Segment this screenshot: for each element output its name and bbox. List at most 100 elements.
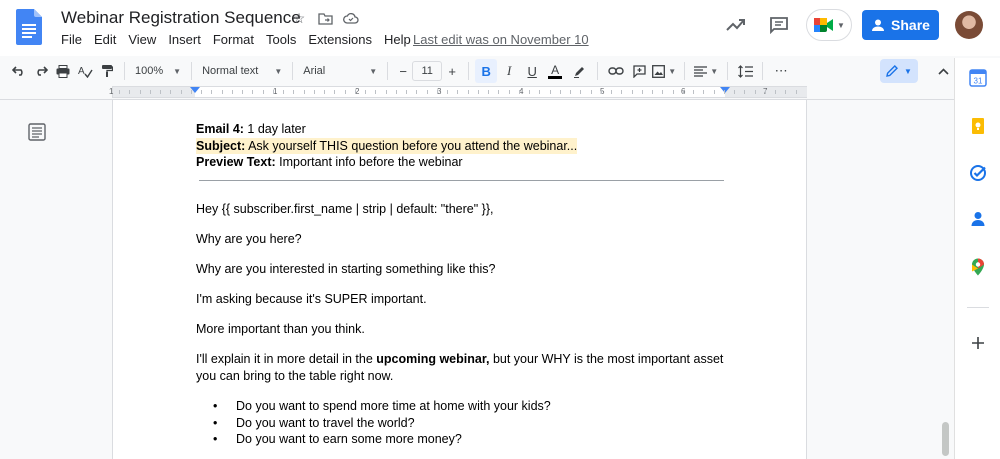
tasks-icon[interactable] <box>969 164 987 182</box>
menu-view[interactable]: View <box>128 32 156 47</box>
ruler-tick <box>160 90 161 94</box>
ruler-tick <box>570 90 571 94</box>
ruler-tick <box>580 90 582 94</box>
ruler-tick <box>693 90 694 94</box>
activity-trend-icon[interactable] <box>725 14 747 36</box>
document-page[interactable]: Email 4: 1 day later Subject: Ask yourse… <box>112 100 807 459</box>
ruler-tick <box>775 90 776 94</box>
line-spacing-icon[interactable] <box>734 59 756 83</box>
avatar[interactable] <box>955 11 983 39</box>
ruler-tick <box>457 90 459 94</box>
menu-insert[interactable]: Insert <box>168 32 201 47</box>
style-select[interactable]: Normal text ▼ <box>198 59 286 83</box>
font-value: Arial <box>303 65 326 77</box>
subject-label: Subject: <box>196 138 246 153</box>
share-button[interactable]: Share <box>862 10 939 40</box>
document-outline-icon[interactable] <box>28 123 46 141</box>
text-color-button[interactable]: A <box>543 59 567 83</box>
cloud-status-icon[interactable] <box>342 9 360 27</box>
add-comment-icon[interactable] <box>628 59 650 83</box>
align-button[interactable]: ▼ <box>691 59 721 83</box>
greeting-paragraph: Hey {{ subscriber.first_name | strip | d… <box>196 202 494 216</box>
paragraph: Why are you interested in starting somet… <box>196 262 496 276</box>
ruler-tick <box>652 90 653 94</box>
maps-icon[interactable] <box>969 258 987 276</box>
font-select[interactable]: Arial ▼ <box>299 59 381 83</box>
last-edit-link[interactable]: Last edit was on November 10 <box>413 32 589 47</box>
menu-format[interactable]: Format <box>213 32 254 47</box>
print-icon[interactable] <box>52 59 74 83</box>
highlight-pen-icon[interactable] <box>567 59 591 83</box>
increase-font-size-button[interactable]: + <box>442 59 462 83</box>
ruler-tick <box>293 90 295 94</box>
svg-text:31: 31 <box>974 77 983 86</box>
ruler-tick <box>139 90 141 94</box>
ruler-tick <box>313 90 315 94</box>
meet-button[interactable]: ▼ <box>806 9 852 41</box>
ruler-tick <box>221 90 223 94</box>
paragraph: Why are you here? <box>196 232 302 246</box>
scrollbar[interactable] <box>942 422 949 456</box>
undo-icon[interactable] <box>8 59 30 83</box>
bold-text: upcoming webinar, <box>376 352 490 366</box>
editing-mode-button[interactable]: ▼ <box>880 59 918 83</box>
ruler-tick <box>242 90 243 94</box>
zoom-select[interactable]: 100% ▼ <box>131 59 185 83</box>
ruler-tick <box>149 90 151 94</box>
toolbar-divider <box>468 62 470 80</box>
more-options-icon[interactable]: ⋯ <box>769 59 793 83</box>
calendar-icon[interactable]: 31 <box>969 69 987 87</box>
contacts-icon[interactable] <box>969 210 987 228</box>
ruler-tick <box>600 90 602 94</box>
star-icon[interactable]: ☆ <box>290 9 308 27</box>
ruler-tick <box>549 90 551 94</box>
ruler-tick <box>344 90 346 94</box>
ruler-tick <box>426 90 428 94</box>
list-item: Do you want to earn some more money? <box>213 431 551 448</box>
docs-app: Webinar Registration Sequence ☆ File Edi… <box>0 0 1000 459</box>
document-title[interactable]: Webinar Registration Sequence <box>61 8 301 28</box>
ruler: 1 1 2 3 4 5 6 7 <box>0 86 954 100</box>
image-icon <box>652 64 666 78</box>
link-icon[interactable] <box>604 59 628 83</box>
chevron-down-icon: ▼ <box>668 66 677 76</box>
menu-help[interactable]: Help <box>384 32 411 47</box>
insert-image-button[interactable]: ▼ <box>650 59 678 83</box>
list-item: Do you want to travel the world? <box>213 415 551 432</box>
menu-tools[interactable]: Tools <box>266 32 296 47</box>
docs-logo-icon[interactable] <box>16 9 42 45</box>
ruler-tick <box>529 90 530 94</box>
spellcheck-icon[interactable]: A <box>74 59 96 83</box>
ruler-tick <box>231 90 233 94</box>
add-addon-icon[interactable] <box>969 334 987 352</box>
decrease-font-size-button[interactable]: − <box>394 59 412 83</box>
right-indent-marker[interactable] <box>720 87 730 93</box>
font-size-input[interactable]: 11 <box>412 61 443 81</box>
underline-button[interactable]: U <box>521 59 543 83</box>
ruler-tick <box>498 90 500 94</box>
ruler-tick <box>416 90 418 94</box>
ruler-tick <box>754 90 756 94</box>
italic-button[interactable]: I <box>497 59 521 83</box>
menu-edit[interactable]: Edit <box>94 32 116 47</box>
paint-format-icon[interactable] <box>96 59 118 83</box>
toolbar-divider <box>292 62 294 80</box>
style-value: Normal text <box>202 65 259 77</box>
toolbar-divider <box>762 62 764 80</box>
collapse-menus-icon[interactable] <box>932 59 954 83</box>
chevron-down-icon: ▼ <box>274 66 283 76</box>
redo-icon[interactable] <box>30 59 52 83</box>
toolbar-divider <box>387 62 389 80</box>
subject-text: Ask yourself THIS question before you at… <box>245 138 578 153</box>
keep-icon[interactable] <box>969 117 987 135</box>
menu-extensions[interactable]: Extensions <box>308 32 372 47</box>
menu-file[interactable]: File <box>61 32 82 47</box>
ruler-tick <box>365 90 366 94</box>
move-folder-icon[interactable] <box>316 9 334 27</box>
toolbar-divider <box>727 62 729 80</box>
bullet-list: Do you want to spend more time at home w… <box>213 398 551 448</box>
bold-button[interactable]: B <box>475 59 498 83</box>
comment-history-icon[interactable] <box>768 14 790 36</box>
email-header: Email 4: 1 day later Subject: Ask yourse… <box>196 121 726 171</box>
horizontal-ruler[interactable]: 1 1 2 3 4 5 6 7 <box>109 86 807 98</box>
